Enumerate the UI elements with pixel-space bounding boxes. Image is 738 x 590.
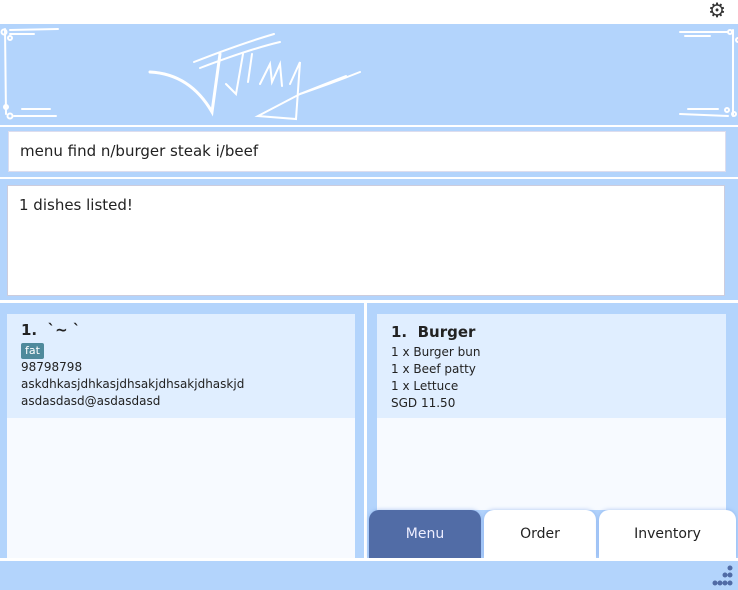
divider xyxy=(0,300,738,303)
item-name: `~ ` xyxy=(47,321,81,339)
item-index: 1. xyxy=(21,321,38,339)
status-bar xyxy=(0,561,738,590)
resize-grip-icon[interactable] xyxy=(710,565,734,587)
gear-icon[interactable]: ⚙ xyxy=(708,0,726,20)
list-item[interactable]: 1. `~ ` fat 98798798 askdhkasjdhkasjdhsa… xyxy=(7,314,355,418)
banner-logo xyxy=(0,24,738,125)
command-input[interactable]: menu find n/burger steak i/beef xyxy=(8,131,726,172)
tab-menu[interactable]: Menu xyxy=(369,510,481,558)
divider xyxy=(0,125,738,127)
item-address: askdhkasjdhkasjdhsakjdhsakjdhaskjd xyxy=(21,377,245,391)
ingredient: 1 x Beef patty xyxy=(391,362,476,376)
menu-list[interactable]: 1. Burger 1 x Burger bun 1 x Beef patty … xyxy=(377,314,726,510)
tab-order[interactable]: Order xyxy=(484,510,596,558)
divider xyxy=(364,303,367,560)
item-email: asdasdasd@asdasdasd xyxy=(21,394,161,408)
ingredient: 1 x Lettuce xyxy=(391,379,459,393)
item-name: Burger xyxy=(417,323,476,341)
divider xyxy=(0,177,738,179)
tag-badge: fat xyxy=(21,343,44,359)
ingredient: 1 x Burger bun xyxy=(391,345,481,359)
item-price: SGD 11.50 xyxy=(391,396,456,410)
item-phone: 98798798 xyxy=(21,360,83,374)
item-index: 1. xyxy=(391,323,408,341)
result-display: 1 dishes listed! xyxy=(7,185,725,296)
list-item[interactable]: 1. Burger 1 x Burger bun 1 x Beef patty … xyxy=(377,314,726,418)
top-bar: ⚙ xyxy=(0,0,738,24)
person-list[interactable]: 1. `~ ` fat 98798798 askdhkasjdhkasjdhsa… xyxy=(7,314,355,558)
logo-icon xyxy=(0,28,738,121)
tab-inventory[interactable]: Inventory xyxy=(599,510,736,558)
